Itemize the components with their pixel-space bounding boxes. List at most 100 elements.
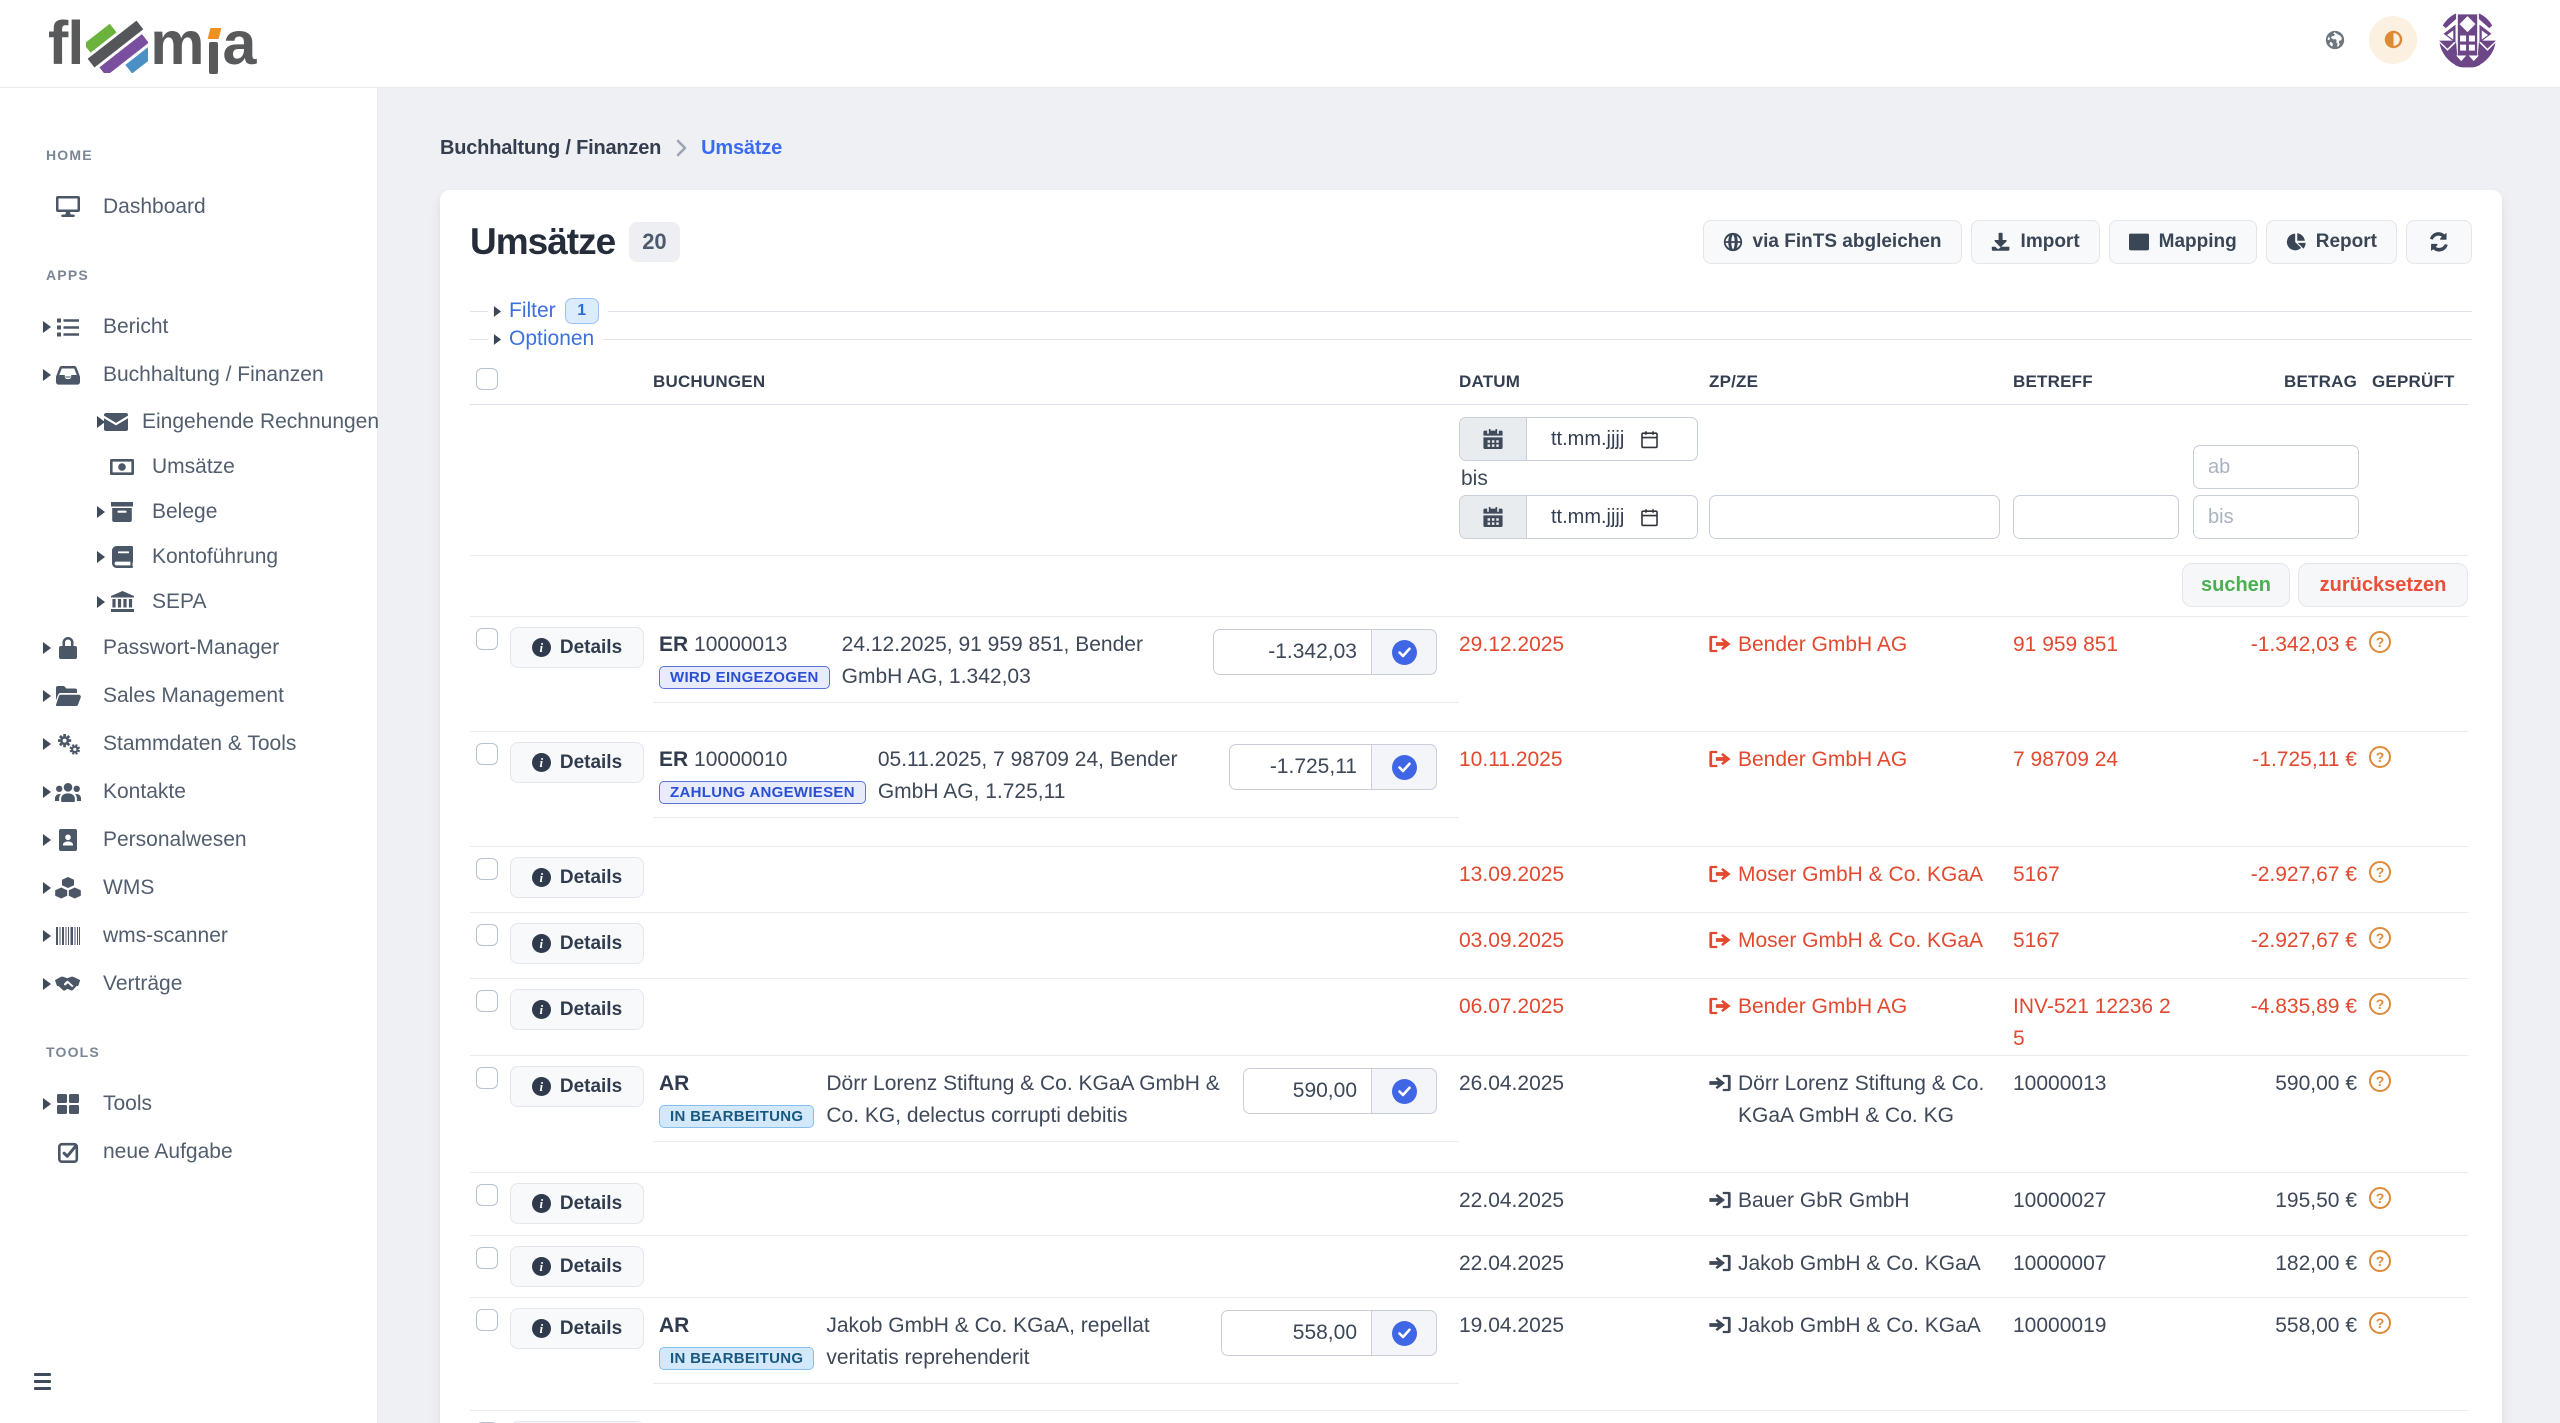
reset-button[interactable]: zurücksetzen — [2298, 563, 2468, 607]
question-circle-icon[interactable]: ? — [2369, 746, 2391, 768]
sidebar-item-kontoführung[interactable]: Kontoführung — [0, 534, 377, 579]
sidebar-item-neue-aufgabe[interactable]: neue Aufgabe — [0, 1128, 377, 1176]
details-button[interactable]: iDetails — [510, 627, 644, 668]
question-circle-icon[interactable]: ? — [2369, 631, 2391, 653]
sidebar-item-sepa[interactable]: SEPA — [0, 579, 377, 624]
card-actions: via FinTS abgleichen Import MappingReport — [1703, 220, 2472, 264]
sidebar-item-bericht[interactable]: Bericht — [0, 303, 377, 351]
partner-name[interactable]: Jakob GmbH & Co. KGaA — [1738, 1248, 1981, 1280]
sidebar-item-stammdaten-tools[interactable]: Stammdaten & Tools — [0, 720, 377, 768]
theme-contrast-icon[interactable] — [2369, 16, 2417, 64]
confirm-amount-button[interactable] — [1371, 629, 1437, 675]
sidebar-item-passwort-manager[interactable]: Passwort-Manager — [0, 624, 377, 672]
partner-name[interactable]: Bender GmbH AG — [1738, 629, 1907, 661]
details-button[interactable]: iDetails — [510, 989, 644, 1030]
question-circle-icon[interactable]: ? — [2369, 1187, 2391, 1209]
details-button[interactable]: iDetails — [510, 1183, 644, 1224]
via-fints-abgleichen-button[interactable]: via FinTS abgleichen — [1703, 220, 1962, 264]
partner-name[interactable]: Bender GmbH AG — [1738, 744, 1907, 776]
sidebar-item-sales-management[interactable]: Sales Management — [0, 672, 377, 720]
zpze-filter-input[interactable] — [1709, 495, 2000, 539]
assigned-amount-input[interactable] — [1229, 744, 1371, 790]
app-logo[interactable]: fl m a — [48, 13, 255, 74]
envelope-icon — [102, 413, 130, 431]
sidebar-item-buchhaltung-finanzen[interactable]: Buchhaltung / Finanzen — [0, 351, 377, 399]
sidebar-item-eingehende-rechnungen[interactable]: Eingehende Rechnungen — [0, 399, 377, 444]
action-button-label: Import — [2021, 231, 2080, 253]
breadcrumb-separator-icon — [675, 139, 687, 157]
row-checkbox[interactable] — [476, 1067, 498, 1089]
search-button[interactable]: suchen — [2182, 563, 2290, 607]
import-button[interactable]: Import — [1971, 220, 2100, 264]
question-circle-icon[interactable]: ? — [2369, 993, 2391, 1015]
assigned-amount-input[interactable] — [1213, 629, 1371, 675]
breadcrumb-current[interactable]: Umsätze — [701, 137, 782, 160]
refresh-button[interactable] — [2406, 220, 2472, 264]
sidebar-item-wms-scanner[interactable]: wms-scanner — [0, 912, 377, 960]
assigned-amount-input[interactable] — [1221, 1310, 1371, 1356]
details-button[interactable]: iDetails — [510, 1066, 644, 1107]
confirm-amount-button[interactable] — [1371, 744, 1437, 790]
date-between-label: bis — [1461, 467, 1709, 491]
sidebar-item-tools[interactable]: Tools — [0, 1080, 377, 1128]
details-button[interactable]: iDetails — [510, 1308, 644, 1349]
sidebar-item-umsätze[interactable]: Umsätze — [0, 444, 377, 489]
sign-in-icon — [1709, 1190, 1731, 1217]
question-circle-icon[interactable]: ? — [2369, 1250, 2391, 1272]
confirm-amount-button[interactable] — [1371, 1310, 1437, 1356]
handshake-icon — [54, 976, 82, 993]
sidebar-item-verträge[interactable]: Verträge — [0, 960, 377, 1008]
date-picker-icon[interactable] — [1640, 430, 1659, 449]
row-checkbox[interactable] — [476, 628, 498, 650]
report-button[interactable]: Report — [2266, 220, 2397, 264]
transaction-row: iDetailsARIN BEARBEITUNGJakob GmbH & Co.… — [470, 1298, 2468, 1411]
row-checkbox[interactable] — [476, 1247, 498, 1269]
sidebar-item-kontakte[interactable]: Kontakte — [0, 768, 377, 816]
sidebar-collapse-hamburger-icon[interactable] — [34, 1373, 51, 1390]
partner-name[interactable]: Dörr Lorenz Stiftung & Co. KGaA GmbH & C… — [1738, 1068, 1984, 1132]
details-button[interactable]: iDetails — [510, 1246, 644, 1287]
partner-name[interactable]: Moser GmbH & Co. KGaA — [1738, 859, 1983, 891]
details-button[interactable]: iDetails — [510, 742, 644, 783]
partner-name[interactable]: Bender GmbH AG — [1738, 991, 1907, 1023]
linked-buchung: ARIN BEARBEITUNGDörr Lorenz Stiftung & C… — [653, 1068, 1459, 1142]
question-circle-icon[interactable]: ? — [2369, 861, 2391, 883]
date-from-input[interactable]: tt.mm.jjjj — [1527, 418, 1697, 460]
user-avatar-identicon[interactable] — [2439, 11, 2496, 68]
row-checkbox[interactable] — [476, 858, 498, 880]
date-picker-icon[interactable] — [1640, 508, 1659, 527]
row-checkbox[interactable] — [476, 1184, 498, 1206]
betreff-filter-input[interactable] — [2013, 495, 2179, 539]
sidebar-item-wms[interactable]: WMS — [0, 864, 377, 912]
mapping-button[interactable]: Mapping — [2109, 220, 2257, 264]
select-all-checkbox[interactable] — [476, 368, 498, 390]
row-checkbox[interactable] — [476, 990, 498, 1012]
question-circle-icon[interactable]: ? — [2369, 1070, 2391, 1092]
breadcrumb-parent[interactable]: Buchhaltung / Finanzen — [440, 137, 661, 160]
optionen-toggle-link[interactable]: Optionen — [509, 327, 594, 351]
sidebar-item-label: Kontoführung — [152, 545, 278, 569]
sidebar-item-label: neue Aufgabe — [103, 1140, 233, 1164]
amount-from-filter-input[interactable] — [2193, 445, 2359, 489]
partner-name[interactable]: Bauer GbR GmbH — [1738, 1185, 1910, 1217]
filter-toggle-link[interactable]: Filter — [509, 299, 556, 323]
sidebar-item-dashboard[interactable]: Dashboard — [0, 183, 377, 231]
row-checkbox[interactable] — [476, 1309, 498, 1331]
row-checkbox[interactable] — [476, 924, 498, 946]
sidebar-item-personalwesen[interactable]: Personalwesen — [0, 816, 377, 864]
language-globe-icon[interactable] — [2325, 30, 2345, 50]
partner-name[interactable]: Jakob GmbH & Co. KGaA — [1738, 1310, 1981, 1342]
amount-to-filter-input[interactable] — [2193, 495, 2359, 539]
question-circle-icon[interactable]: ? — [2369, 927, 2391, 949]
row-checkbox[interactable] — [476, 743, 498, 765]
partner-name[interactable]: Moser GmbH & Co. KGaA — [1738, 925, 1983, 957]
question-circle-icon[interactable]: ? — [2369, 1312, 2391, 1334]
assigned-amount-input[interactable] — [1243, 1068, 1371, 1114]
sidebar-item-belege[interactable]: Belege — [0, 489, 377, 534]
details-button[interactable]: iDetails — [510, 923, 644, 964]
calendar-icon[interactable] — [1460, 496, 1527, 538]
date-to-input[interactable]: tt.mm.jjjj — [1527, 496, 1697, 538]
calendar-icon[interactable] — [1460, 418, 1527, 460]
details-button[interactable]: iDetails — [510, 857, 644, 898]
confirm-amount-button[interactable] — [1371, 1068, 1437, 1114]
